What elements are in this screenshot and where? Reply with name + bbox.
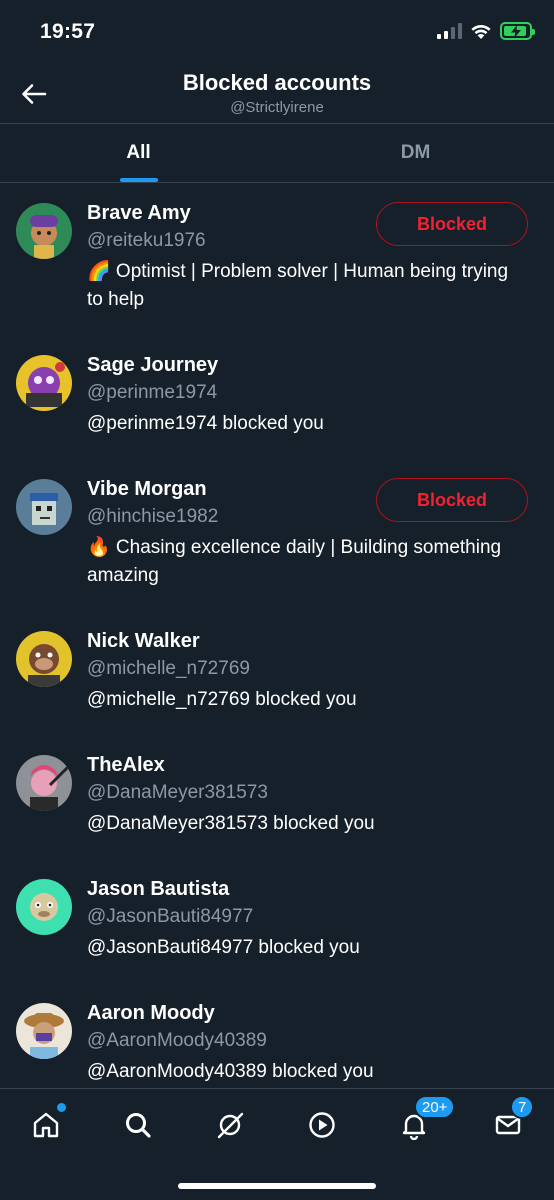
- status-bar: 19:57: [0, 0, 554, 64]
- avatar[interactable]: [16, 203, 72, 259]
- account-name[interactable]: Vibe Morgan: [87, 478, 207, 501]
- list-item[interactable]: Brave Amy @reiteku1976 🌈 Optimist | Prob…: [0, 183, 554, 335]
- account-handle: @reiteku1976: [87, 230, 206, 251]
- avatar[interactable]: [16, 479, 72, 535]
- blocked-accounts-list: Brave Amy @reiteku1976 🌈 Optimist | Prob…: [0, 183, 554, 1107]
- account-bio: @perinme1974 blocked you: [87, 413, 324, 434]
- account-name[interactable]: Sage Journey: [87, 354, 218, 377]
- home-icon: [33, 1112, 59, 1138]
- battery-icon: [500, 22, 535, 40]
- account-bio: @JasonBauti84977 blocked you: [87, 937, 360, 958]
- status-time: 19:57: [40, 20, 96, 43]
- account-name[interactable]: Brave Amy: [87, 202, 191, 225]
- page-subtitle: @Strictlyirene: [230, 99, 324, 116]
- account-handle: @JasonBauti84977: [87, 906, 254, 927]
- notifications-badge: 20+: [414, 1095, 456, 1119]
- account-bio: @DanaMeyer381573 blocked you: [87, 813, 375, 834]
- account-bio: @michelle_n72769 blocked you: [87, 689, 357, 710]
- home-notification-dot: [57, 1103, 66, 1112]
- list-item[interactable]: Sage Journey @perinme1974 @perinme1974 b…: [0, 335, 554, 459]
- nav-search[interactable]: [114, 1103, 162, 1147]
- list-item[interactable]: Jason Bautista @JasonBauti84977 @JasonBa…: [0, 859, 554, 983]
- header: Blocked accounts @Strictlyirene: [0, 64, 554, 124]
- account-name[interactable]: Nick Walker: [87, 630, 200, 653]
- account-handle: @perinme1974: [87, 382, 218, 403]
- home-indicator: [178, 1183, 376, 1189]
- tab-dm-label: DM: [400, 142, 431, 163]
- tab-bar: All DM: [0, 124, 554, 182]
- list-item[interactable]: Vibe Morgan @hinchise1982 🔥 Chasing exce…: [0, 459, 554, 611]
- nav-video[interactable]: [298, 1103, 346, 1147]
- nav-grok[interactable]: [206, 1103, 254, 1147]
- account-handle: @hinchise1982: [87, 506, 219, 527]
- account-name[interactable]: Jason Bautista: [87, 878, 229, 901]
- account-bio: 🔥 Chasing excellence daily | Building so…: [87, 537, 502, 586]
- account-handle: @AaronMoody40389: [87, 1030, 267, 1051]
- account-name[interactable]: Aaron Moody: [87, 1002, 215, 1025]
- wifi-icon: [471, 24, 491, 39]
- avatar[interactable]: [16, 631, 72, 687]
- list-item[interactable]: Nick Walker @michelle_n72769 @michelle_n…: [0, 611, 554, 735]
- search-icon: [126, 1113, 151, 1138]
- account-handle: @DanaMeyer381573: [87, 782, 268, 803]
- account-bio: @AaronMoody40389 blocked you: [87, 1061, 374, 1082]
- nav-notifications[interactable]: 20+: [390, 1095, 456, 1147]
- avatar[interactable]: [16, 755, 72, 811]
- tab-dm[interactable]: DM: [277, 124, 554, 182]
- tab-all-label: All: [126, 142, 151, 163]
- account-bio: 🌈 Optimist | Problem solver | Human bein…: [87, 261, 509, 310]
- avatar[interactable]: [16, 879, 72, 935]
- cellular-signal-icon: [437, 23, 462, 39]
- video-icon: [309, 1112, 335, 1138]
- list-item[interactable]: TheAlex @DanaMeyer381573 @DanaMeyer38157…: [0, 735, 554, 859]
- avatar[interactable]: [16, 355, 72, 411]
- nav-messages[interactable]: 7: [484, 1095, 535, 1147]
- blocked-button[interactable]: Blocked: [376, 202, 528, 246]
- grok-icon: [217, 1112, 244, 1139]
- status-icons: [437, 22, 535, 40]
- account-handle: @michelle_n72769: [87, 658, 250, 679]
- blocked-button[interactable]: Blocked: [376, 478, 528, 522]
- avatar[interactable]: [16, 1003, 72, 1059]
- page-title: Blocked accounts: [182, 70, 372, 95]
- messages-badge: 7: [510, 1095, 535, 1119]
- nav-home[interactable]: [22, 1103, 70, 1147]
- tab-all[interactable]: All: [0, 124, 277, 182]
- account-name[interactable]: TheAlex: [87, 754, 165, 777]
